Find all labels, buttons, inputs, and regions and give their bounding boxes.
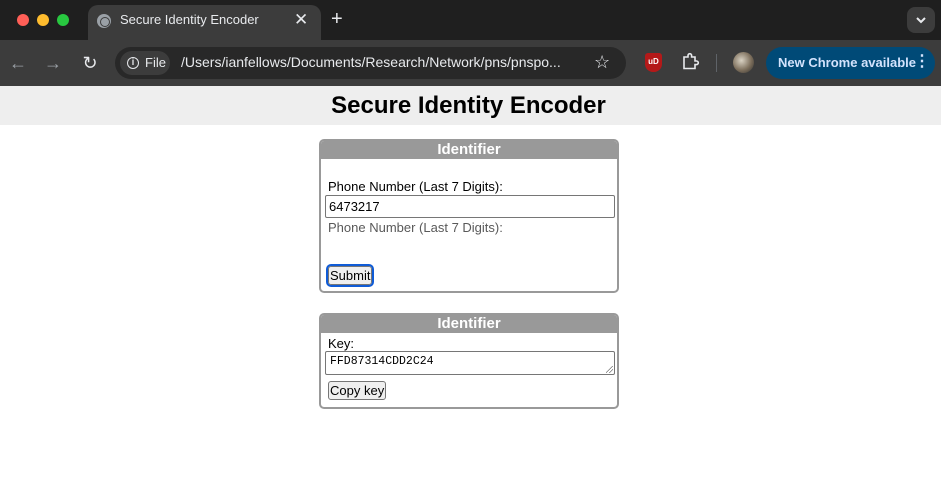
resize-handle-icon[interactable] [606, 366, 613, 373]
globe-icon [97, 14, 111, 28]
close-window-button[interactable] [17, 14, 29, 26]
info-icon: i [127, 57, 139, 69]
phone-number-hint: Phone Number (Last 7 Digits): [328, 220, 503, 235]
chevron-down-icon [916, 17, 926, 24]
profile-avatar[interactable] [733, 52, 754, 73]
toolbar-divider [716, 54, 717, 72]
copy-key-button[interactable]: Copy key [328, 381, 387, 400]
browser-tab-active[interactable]: Secure Identity Encoder ✕ [88, 5, 321, 40]
phone-identifier-panel: Identifier Phone Number (Last 7 Digits):… [319, 139, 619, 293]
extensions-puzzle-icon[interactable] [680, 52, 700, 72]
panel-header: Identifier [321, 315, 617, 333]
more-menu-icon[interactable]: ⋮ [914, 53, 930, 71]
page-content: Secure Identity Encoder Identifier Phone… [0, 86, 941, 480]
browser-tabstrip: Secure Identity Encoder ✕ + [0, 0, 941, 40]
page-title: Secure Identity Encoder [331, 92, 606, 119]
forward-button[interactable]: → [41, 51, 65, 75]
site-info-chip[interactable]: i File [120, 51, 170, 75]
phone-number-input[interactable] [325, 195, 615, 218]
maximize-window-button[interactable] [57, 14, 69, 26]
panel-header: Identifier [321, 141, 617, 159]
tab-title: Secure Identity Encoder [120, 12, 259, 27]
key-label: Key: [328, 336, 355, 351]
ublock-extension-icon[interactable]: uD [645, 53, 662, 72]
tab-close-icon[interactable]: ✕ [294, 10, 308, 30]
page-header: Secure Identity Encoder [0, 86, 941, 125]
tab-search-button[interactable] [907, 7, 935, 33]
address-bar[interactable]: i File /Users/ianfellows/Documents/Resea… [115, 47, 626, 79]
new-chrome-available-button[interactable]: New Chrome available ⋮ [766, 47, 935, 79]
key-output-textarea[interactable]: FFD87314CDD2C24 [325, 351, 615, 375]
update-button-label: New Chrome available [778, 55, 916, 70]
new-tab-button[interactable]: + [331, 8, 343, 30]
site-info-label: File [145, 55, 166, 70]
reload-button[interactable]: ↻ [78, 51, 102, 75]
key-value: FFD87314CDD2C24 [330, 355, 434, 368]
submit-button[interactable]: Submit [325, 264, 375, 287]
key-identifier-panel: Identifier Key: FFD87314CDD2C24 Copy key [319, 313, 619, 409]
browser-toolbar: ← → ↻ i File /Users/ianfellows/Documents… [0, 40, 941, 86]
phone-number-label: Phone Number (Last 7 Digits): [328, 179, 503, 194]
bookmark-star-icon[interactable]: ☆ [594, 52, 610, 72]
minimize-window-button[interactable] [37, 14, 49, 26]
back-button[interactable]: ← [6, 51, 30, 75]
url-text[interactable]: /Users/ianfellows/Documents/Research/Net… [181, 54, 586, 70]
